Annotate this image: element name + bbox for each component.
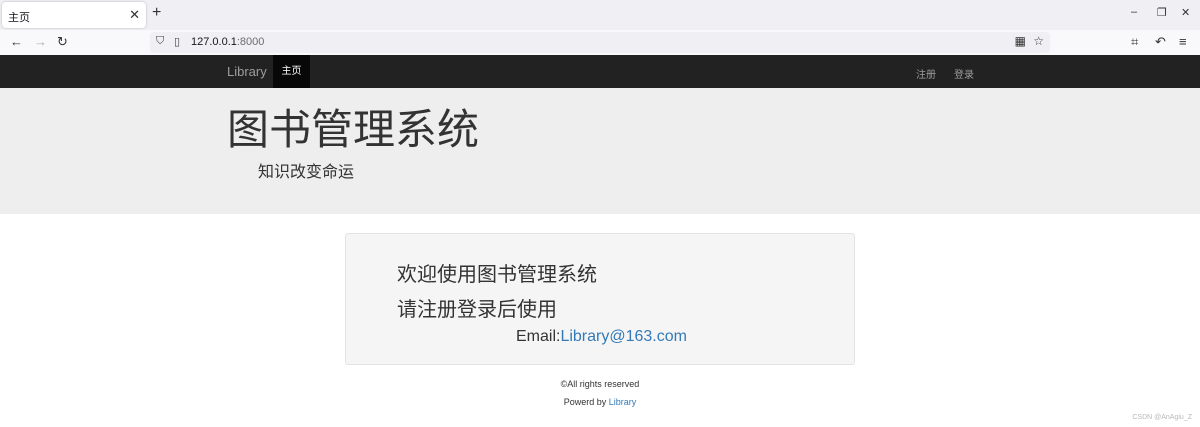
nav-item-register[interactable]: 注册 <box>916 66 936 81</box>
powered-link[interactable]: Library <box>609 397 637 407</box>
email-label: Email: <box>516 328 561 345</box>
browser-tab-bar: 主页 ✕ + – ❐ ✕ <box>0 0 1200 30</box>
undo-icon[interactable]: ↶ <box>1155 34 1166 50</box>
page-icon: ▯ <box>174 36 181 48</box>
shield-icon: ⛉ <box>156 35 165 47</box>
nav-item-login[interactable]: 登录 <box>954 66 974 81</box>
nav-item-home[interactable]: 主页 <box>273 55 310 88</box>
welcome-panel: 欢迎使用图书管理系统 请注册登录后使用 Email:Library@163.co… <box>345 233 855 365</box>
url-host: 127.0.0.1 <box>191 36 237 48</box>
restore-icon[interactable]: ❐ <box>1157 6 1167 19</box>
browser-toolbar: ← → ↻ ⛉ ▯ 127.0.0.1:8000 ▦ ☆ ⌗ ↶ ≡ <box>0 30 1200 55</box>
url-text[interactable]: 127.0.0.1:8000 <box>191 36 264 48</box>
qr-code-icon[interactable]: ▦ <box>1015 34 1026 48</box>
new-tab-icon[interactable]: + <box>152 4 161 22</box>
site-navbar: Library 主页 注册 登录 <box>0 55 1200 88</box>
footer-powered: Powerd by Library <box>0 397 1200 407</box>
register-hint-text: 请注册登录后使用 <box>397 299 557 321</box>
menu-icon[interactable]: ≡ <box>1179 34 1187 49</box>
forward-icon[interactable]: → <box>34 34 47 49</box>
bookmark-star-icon[interactable]: ☆ <box>1033 34 1044 48</box>
contact-email: Email:Library@163.com <box>516 328 687 346</box>
crop-icon[interactable]: ⌗ <box>1131 34 1138 50</box>
tab-close-icon[interactable]: ✕ <box>129 7 140 23</box>
welcome-text: 欢迎使用图书管理系统 <box>397 264 597 286</box>
page-title: 图书管理系统 <box>227 106 480 153</box>
footer-rights: ©All rights reserved <box>560 379 640 389</box>
reload-icon[interactable]: ↻ <box>57 34 68 50</box>
page-subtitle: 知识改变命运 <box>258 164 355 181</box>
watermark: CSDN @AnAgiu_Z <box>1132 414 1192 421</box>
back-icon[interactable]: ← <box>10 34 23 49</box>
url-bar[interactable]: ⛉ ▯ 127.0.0.1:8000 ▦ ☆ <box>150 32 1050 53</box>
jumbotron: 图书管理系统 知识改变命运 <box>0 88 1200 214</box>
browser-tab[interactable]: 主页 ✕ <box>2 2 146 28</box>
email-link[interactable]: Library@163.com <box>560 328 687 345</box>
powered-prefix: Powerd by <box>563 397 609 407</box>
tab-title: 主页 <box>8 12 30 24</box>
minimize-icon[interactable]: – <box>1131 6 1137 18</box>
navbar-brand[interactable]: Library <box>227 64 267 79</box>
url-port: :8000 <box>236 36 265 48</box>
window-close-icon[interactable]: ✕ <box>1181 6 1190 19</box>
